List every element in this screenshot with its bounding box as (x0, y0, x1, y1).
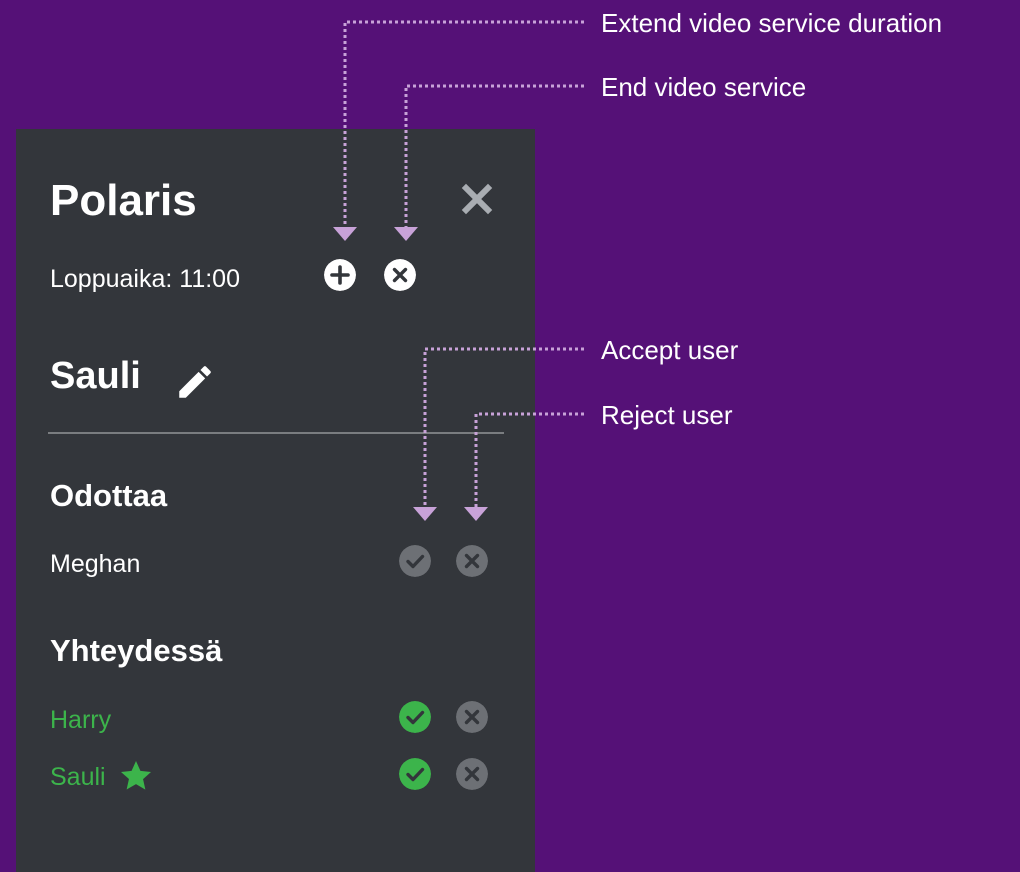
x-circle-icon (456, 545, 488, 577)
extend-service-button[interactable] (324, 259, 356, 291)
x-circle-icon (456, 701, 488, 733)
connected-check-button[interactable] (399, 758, 431, 790)
edit-name-button[interactable] (174, 361, 216, 403)
pencil-icon (179, 366, 211, 398)
connected-check-button[interactable] (399, 701, 431, 733)
x-circle-icon (384, 259, 416, 291)
close-panel-button[interactable] (457, 179, 497, 219)
connected-user-name: Harry (50, 706, 112, 734)
annotation-accept: Accept user (601, 335, 739, 365)
close-icon (461, 183, 493, 215)
check-circle-icon (399, 545, 431, 577)
host-star (117, 758, 155, 799)
annotation-extend: Extend video service duration (601, 8, 943, 38)
end-service-button[interactable] (384, 259, 416, 291)
connected-user-name: Sauli (50, 763, 106, 791)
reject-user-button[interactable] (456, 545, 488, 577)
plus-circle-icon (324, 259, 356, 291)
annotation-reject: Reject user (601, 400, 733, 430)
current-user-name: Sauli (50, 355, 141, 397)
annotation-end: End video service (601, 72, 807, 102)
check-circle-icon (399, 758, 431, 790)
accept-user-button[interactable] (399, 545, 431, 577)
remove-user-button[interactable] (456, 701, 488, 733)
divider (48, 432, 504, 434)
room-panel: Polaris Loppuaika: 11:00 Sauli Odottaa M… (16, 129, 535, 872)
waiting-user-name: Meghan (50, 550, 141, 578)
x-circle-icon (456, 758, 488, 790)
remove-user-button[interactable] (456, 758, 488, 790)
connected-heading: Yhteydessä (50, 633, 223, 668)
star-icon (121, 761, 151, 790)
end-time-label: Loppuaika: 11:00 (50, 265, 240, 293)
room-title: Polaris (50, 176, 197, 225)
check-circle-icon (399, 701, 431, 733)
waiting-heading: Odottaa (50, 478, 168, 513)
